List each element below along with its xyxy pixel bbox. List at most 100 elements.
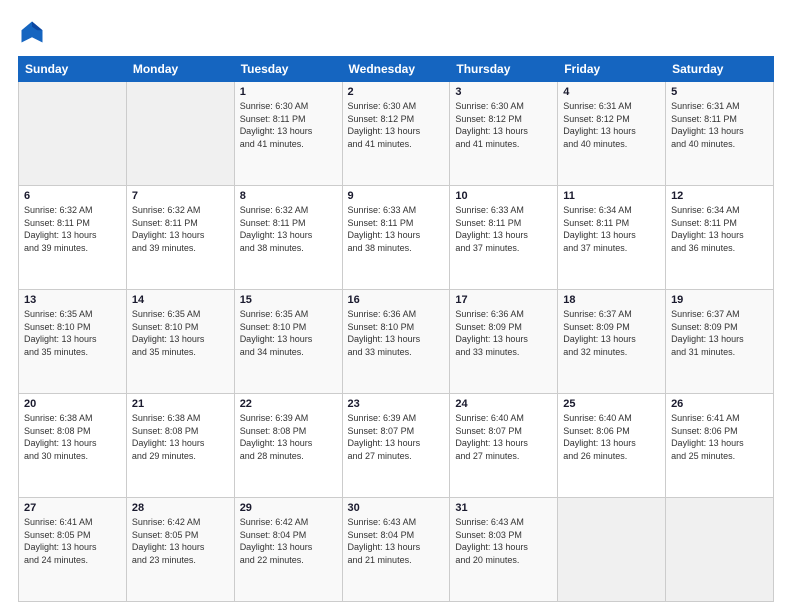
calendar-header-friday: Friday	[558, 57, 666, 82]
calendar-cell: 23Sunrise: 6:39 AMSunset: 8:07 PMDayligh…	[342, 394, 450, 498]
calendar-week-4: 27 Sunrise: 6:41 AMSunset: 8:05 PMDayligh…	[19, 498, 774, 602]
calendar-cell	[126, 82, 234, 186]
calendar-cell: 31 Sunrise: 6:43 AMSunset: 8:03 PMDayligh…	[450, 498, 558, 602]
calendar-cell: 22 Sunrise: 6:39 AMSunset: 8:08 PMDayligh…	[234, 394, 342, 498]
day-info: Sunrise: 6:35 AMSunset: 8:10 PMDaylight:…	[240, 308, 337, 358]
day-number: 18	[563, 294, 660, 306]
day-info: Sunrise: 6:37 AMSunset: 8:09 PMDaylight:…	[563, 308, 660, 358]
day-info: Sunrise: 6:31 AMSunset: 8:12 PMDaylight:…	[563, 100, 660, 150]
day-info: Sunrise: 6:43 AMSunset: 8:04 PMDaylight:…	[348, 516, 445, 566]
day-info: Sunrise: 6:36 AMSunset: 8:10 PMDaylight:…	[348, 308, 445, 358]
day-info: Sunrise: 6:34 AMSunset: 8:11 PMDaylight:…	[563, 204, 660, 254]
day-info: Sunrise: 6:34 AMSunset: 8:11 PMDaylight:…	[671, 204, 768, 254]
day-info: Sunrise: 6:31 AMSunset: 8:11 PMDaylight:…	[671, 100, 768, 150]
day-number: 5	[671, 86, 768, 98]
calendar-cell: 25Sunrise: 6:40 AMSunset: 8:06 PMDayligh…	[558, 394, 666, 498]
calendar-cell: 24 Sunrise: 6:40 AMSunset: 8:07 PMDayligh…	[450, 394, 558, 498]
header	[18, 18, 774, 46]
day-number: 13	[24, 294, 121, 306]
day-number: 12	[671, 190, 768, 202]
calendar-cell: 11 Sunrise: 6:34 AMSunset: 8:11 PMDayligh…	[558, 186, 666, 290]
calendar-header-tuesday: Tuesday	[234, 57, 342, 82]
day-number: 14	[132, 294, 229, 306]
calendar-cell: 13 Sunrise: 6:35 AMSunset: 8:10 PMDayligh…	[19, 290, 127, 394]
day-info: Sunrise: 6:33 AMSunset: 8:11 PMDaylight:…	[455, 204, 552, 254]
day-info: Sunrise: 6:41 AMSunset: 8:05 PMDaylight:…	[24, 516, 121, 566]
calendar-cell: 5 Sunrise: 6:31 AMSunset: 8:11 PMDaylight…	[666, 82, 774, 186]
calendar-cell: 14 Sunrise: 6:35 AMSunset: 8:10 PMDayligh…	[126, 290, 234, 394]
calendar-cell: 9Sunrise: 6:33 AMSunset: 8:11 PMDaylight…	[342, 186, 450, 290]
day-number: 4	[563, 86, 660, 98]
day-number: 16	[348, 294, 445, 306]
calendar-header-thursday: Thursday	[450, 57, 558, 82]
day-number: 11	[563, 190, 660, 202]
calendar-cell: 15 Sunrise: 6:35 AMSunset: 8:10 PMDayligh…	[234, 290, 342, 394]
day-number: 21	[132, 398, 229, 410]
day-number: 26	[671, 398, 768, 410]
calendar-week-3: 20 Sunrise: 6:38 AMSunset: 8:08 PMDayligh…	[19, 394, 774, 498]
calendar-cell: 19Sunrise: 6:37 AMSunset: 8:09 PMDayligh…	[666, 290, 774, 394]
calendar-table: SundayMondayTuesdayWednesdayThursdayFrid…	[18, 56, 774, 602]
calendar-cell: 20 Sunrise: 6:38 AMSunset: 8:08 PMDayligh…	[19, 394, 127, 498]
page: SundayMondayTuesdayWednesdayThursdayFrid…	[0, 0, 792, 612]
day-info: Sunrise: 6:43 AMSunset: 8:03 PMDaylight:…	[455, 516, 552, 566]
calendar-cell: 6Sunrise: 6:32 AMSunset: 8:11 PMDaylight…	[19, 186, 127, 290]
day-info: Sunrise: 6:40 AMSunset: 8:07 PMDaylight:…	[455, 412, 552, 462]
day-number: 19	[671, 294, 768, 306]
calendar-cell: 30 Sunrise: 6:43 AMSunset: 8:04 PMDayligh…	[342, 498, 450, 602]
day-info: Sunrise: 6:32 AMSunset: 8:11 PMDaylight:…	[24, 204, 121, 254]
day-number: 15	[240, 294, 337, 306]
calendar-cell: 2Sunrise: 6:30 AMSunset: 8:12 PMDaylight…	[342, 82, 450, 186]
calendar-cell: 21 Sunrise: 6:38 AMSunset: 8:08 PMDayligh…	[126, 394, 234, 498]
day-number: 30	[348, 502, 445, 514]
calendar-header-sunday: Sunday	[19, 57, 127, 82]
calendar-week-0: 1 Sunrise: 6:30 AMSunset: 8:11 PMDaylight…	[19, 82, 774, 186]
day-info: Sunrise: 6:35 AMSunset: 8:10 PMDaylight:…	[24, 308, 121, 358]
day-number: 27	[24, 502, 121, 514]
calendar-cell: 27 Sunrise: 6:41 AMSunset: 8:05 PMDayligh…	[19, 498, 127, 602]
day-number: 20	[24, 398, 121, 410]
day-number: 31	[455, 502, 552, 514]
day-info: Sunrise: 6:38 AMSunset: 8:08 PMDaylight:…	[132, 412, 229, 462]
calendar-week-2: 13 Sunrise: 6:35 AMSunset: 8:10 PMDayligh…	[19, 290, 774, 394]
logo	[18, 18, 50, 46]
calendar-cell	[558, 498, 666, 602]
day-info: Sunrise: 6:42 AMSunset: 8:04 PMDaylight:…	[240, 516, 337, 566]
calendar-week-1: 6Sunrise: 6:32 AMSunset: 8:11 PMDaylight…	[19, 186, 774, 290]
day-info: Sunrise: 6:39 AMSunset: 8:08 PMDaylight:…	[240, 412, 337, 462]
day-number: 28	[132, 502, 229, 514]
logo-icon	[18, 18, 46, 46]
day-info: Sunrise: 6:32 AMSunset: 8:11 PMDaylight:…	[240, 204, 337, 254]
day-number: 10	[455, 190, 552, 202]
calendar-cell: 3 Sunrise: 6:30 AMSunset: 8:12 PMDaylight…	[450, 82, 558, 186]
day-number: 22	[240, 398, 337, 410]
calendar-cell: 8 Sunrise: 6:32 AMSunset: 8:11 PMDaylight…	[234, 186, 342, 290]
day-number: 24	[455, 398, 552, 410]
calendar-header-wednesday: Wednesday	[342, 57, 450, 82]
day-number: 29	[240, 502, 337, 514]
calendar-cell: 18 Sunrise: 6:37 AMSunset: 8:09 PMDayligh…	[558, 290, 666, 394]
calendar-cell: 7Sunrise: 6:32 AMSunset: 8:11 PMDaylight…	[126, 186, 234, 290]
day-number: 9	[348, 190, 445, 202]
calendar-cell: 16 Sunrise: 6:36 AMSunset: 8:10 PMDayligh…	[342, 290, 450, 394]
day-info: Sunrise: 6:38 AMSunset: 8:08 PMDaylight:…	[24, 412, 121, 462]
day-number: 8	[240, 190, 337, 202]
day-number: 23	[348, 398, 445, 410]
day-info: Sunrise: 6:30 AMSunset: 8:12 PMDaylight:…	[455, 100, 552, 150]
calendar-cell	[19, 82, 127, 186]
calendar-header-saturday: Saturday	[666, 57, 774, 82]
day-number: 3	[455, 86, 552, 98]
day-info: Sunrise: 6:30 AMSunset: 8:11 PMDaylight:…	[240, 100, 337, 150]
day-number: 1	[240, 86, 337, 98]
day-number: 7	[132, 190, 229, 202]
calendar-cell: 4 Sunrise: 6:31 AMSunset: 8:12 PMDaylight…	[558, 82, 666, 186]
calendar-cell: 10 Sunrise: 6:33 AMSunset: 8:11 PMDayligh…	[450, 186, 558, 290]
calendar-cell: 1 Sunrise: 6:30 AMSunset: 8:11 PMDaylight…	[234, 82, 342, 186]
day-info: Sunrise: 6:35 AMSunset: 8:10 PMDaylight:…	[132, 308, 229, 358]
calendar-cell: 12 Sunrise: 6:34 AMSunset: 8:11 PMDayligh…	[666, 186, 774, 290]
calendar-cell: 17Sunrise: 6:36 AMSunset: 8:09 PMDayligh…	[450, 290, 558, 394]
day-number: 2	[348, 86, 445, 98]
day-info: Sunrise: 6:36 AMSunset: 8:09 PMDaylight:…	[455, 308, 552, 358]
calendar-header-row: SundayMondayTuesdayWednesdayThursdayFrid…	[19, 57, 774, 82]
day-info: Sunrise: 6:42 AMSunset: 8:05 PMDaylight:…	[132, 516, 229, 566]
